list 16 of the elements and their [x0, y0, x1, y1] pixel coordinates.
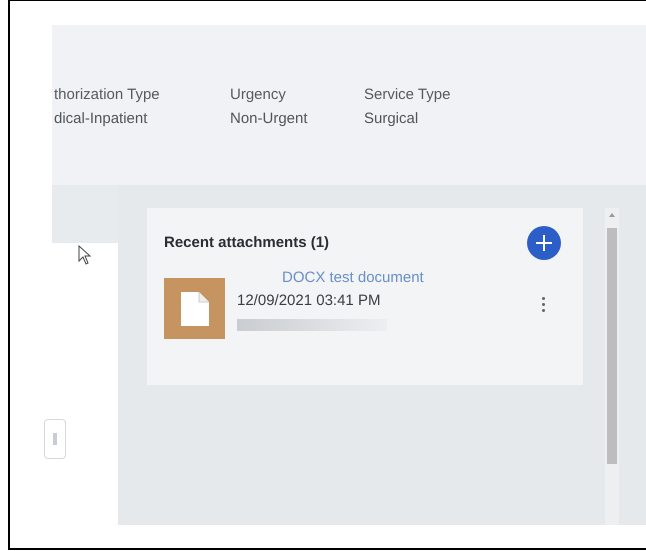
scrollbar-thumb[interactable]	[607, 228, 617, 464]
document-link[interactable]: DOCX test document	[282, 268, 536, 288]
document-icon	[180, 292, 208, 326]
timestamp: 12/09/2021 03:41 PM	[237, 291, 382, 311]
field-label: Service Type	[364, 86, 452, 104]
card-title: Recent attachments (1)	[164, 232, 330, 253]
field-value: dical-Inpatient	[54, 110, 148, 128]
field-label: Urgency	[230, 86, 287, 104]
field-value: Non-Urgent	[230, 110, 309, 128]
add-button[interactable]	[527, 226, 561, 260]
field-label: thorization Type	[54, 86, 161, 104]
field-value: Surgical	[364, 110, 420, 128]
small-button[interactable]	[44, 419, 66, 459]
plus-icon	[535, 234, 553, 252]
scroll-up-icon[interactable]	[609, 212, 615, 218]
scrollbar[interactable]	[605, 208, 619, 525]
